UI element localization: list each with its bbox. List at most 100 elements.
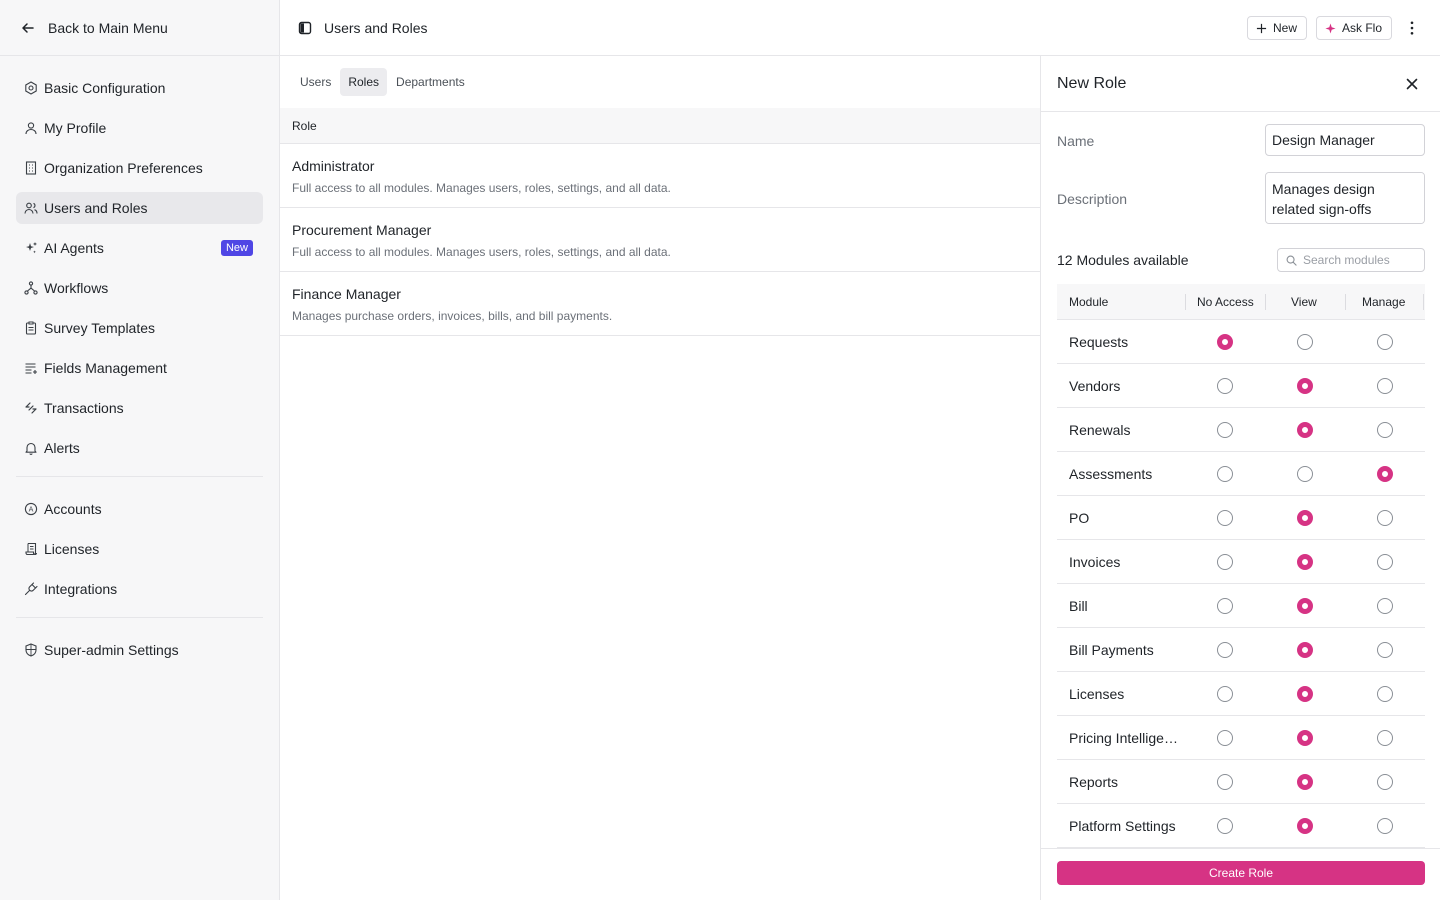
view-radio[interactable] bbox=[1297, 554, 1313, 570]
nav-divider bbox=[16, 617, 263, 618]
sidebar-item-super-admin-settings[interactable]: Super-admin Settings bbox=[16, 634, 263, 666]
no-access-radio[interactable] bbox=[1217, 598, 1233, 614]
view-radio[interactable] bbox=[1297, 422, 1313, 438]
tab-departments[interactable]: Departments bbox=[388, 68, 473, 96]
scroll-icon bbox=[24, 541, 44, 557]
view-radio[interactable] bbox=[1297, 642, 1313, 658]
module-name: Invoices bbox=[1069, 554, 1121, 570]
role-description-input[interactable]: Manages design related sign-offs bbox=[1265, 172, 1425, 224]
sidebar-item-label: AI Agents bbox=[44, 240, 104, 256]
account-icon: A bbox=[24, 501, 44, 517]
table-row: Assessments bbox=[1057, 452, 1425, 496]
sidebar-item-ai-agents[interactable]: AI Agents New bbox=[16, 232, 263, 264]
sparkle-icon bbox=[1325, 22, 1336, 34]
role-name-input[interactable] bbox=[1265, 124, 1425, 156]
create-role-button[interactable]: Create Role bbox=[1057, 861, 1425, 885]
back-to-main-menu-link[interactable]: Back to Main Menu bbox=[0, 0, 279, 56]
table-row[interactable]: Finance Manager Manages purchase orders,… bbox=[280, 272, 1040, 336]
bell-icon bbox=[24, 440, 44, 456]
name-label: Name bbox=[1057, 133, 1095, 149]
manage-radio[interactable] bbox=[1377, 818, 1393, 834]
no-access-radio[interactable] bbox=[1217, 730, 1233, 746]
manage-radio[interactable] bbox=[1377, 774, 1393, 790]
sidebar-item-label: Survey Templates bbox=[44, 320, 156, 336]
sidebar-toggle-icon[interactable] bbox=[298, 21, 312, 35]
sidebar-item-label: My Profile bbox=[44, 120, 107, 136]
no-access-radio[interactable] bbox=[1217, 686, 1233, 702]
view-radio[interactable] bbox=[1297, 378, 1313, 394]
table-row[interactable]: Administrator Full access to all modules… bbox=[280, 144, 1040, 208]
no-access-radio[interactable] bbox=[1217, 818, 1233, 834]
search-icon bbox=[1286, 255, 1297, 266]
view-radio[interactable] bbox=[1297, 334, 1313, 350]
sidebar-item-alerts[interactable]: Alerts bbox=[16, 432, 263, 464]
manage-radio[interactable] bbox=[1377, 466, 1393, 482]
no-access-radio[interactable] bbox=[1217, 642, 1233, 658]
sidebar-item-accounts[interactable]: A Accounts bbox=[16, 493, 263, 525]
drawer-header: New Role bbox=[1041, 56, 1440, 112]
no-access-radio[interactable] bbox=[1217, 510, 1233, 526]
view-radio[interactable] bbox=[1297, 510, 1313, 526]
view-radio[interactable] bbox=[1297, 466, 1313, 482]
column-divider bbox=[1423, 294, 1424, 310]
manage-radio[interactable] bbox=[1377, 422, 1393, 438]
module-name: Bill bbox=[1069, 598, 1088, 614]
manage-radio[interactable] bbox=[1377, 642, 1393, 658]
sidebar-item-licenses[interactable]: Licenses bbox=[16, 533, 263, 565]
search-modules-field[interactable] bbox=[1277, 248, 1425, 272]
view-radio[interactable] bbox=[1297, 598, 1313, 614]
transactions-icon bbox=[24, 400, 44, 416]
manage-radio[interactable] bbox=[1377, 554, 1393, 570]
view-radio[interactable] bbox=[1297, 774, 1313, 790]
tab-roles[interactable]: Roles bbox=[340, 68, 388, 96]
module-name: Renewals bbox=[1069, 422, 1131, 438]
manage-radio[interactable] bbox=[1377, 334, 1393, 350]
view-radio[interactable] bbox=[1297, 686, 1313, 702]
sidebar-item-users-and-roles[interactable]: Users and Roles bbox=[16, 192, 263, 224]
manage-radio[interactable] bbox=[1377, 378, 1393, 394]
sidebar-item-survey-templates[interactable]: Survey Templates bbox=[16, 312, 263, 344]
sidebar-item-label: Workflows bbox=[44, 280, 109, 296]
sidebar-item-workflows[interactable]: Workflows bbox=[16, 272, 263, 304]
no-access-radio[interactable] bbox=[1217, 554, 1233, 570]
ask-flo-label: Ask Flo bbox=[1342, 21, 1383, 35]
table-row: Requests bbox=[1057, 320, 1425, 364]
no-access-radio[interactable] bbox=[1217, 334, 1233, 350]
sidebar-item-my-profile[interactable]: My Profile bbox=[16, 112, 263, 144]
no-access-radio[interactable] bbox=[1217, 378, 1233, 394]
user-icon bbox=[24, 120, 44, 136]
sidebar-item-organization-preferences[interactable]: Organization Preferences bbox=[16, 152, 263, 184]
no-access-radio[interactable] bbox=[1217, 774, 1233, 790]
column-divider bbox=[1345, 294, 1346, 310]
view-radio[interactable] bbox=[1297, 730, 1313, 746]
sidebar-item-transactions[interactable]: Transactions bbox=[16, 392, 263, 424]
no-access-radio[interactable] bbox=[1217, 466, 1233, 482]
no-access-radio[interactable] bbox=[1217, 422, 1233, 438]
manage-radio[interactable] bbox=[1377, 686, 1393, 702]
manage-radio[interactable] bbox=[1377, 598, 1393, 614]
more-options-icon[interactable] bbox=[1404, 18, 1420, 38]
plus-icon bbox=[1256, 23, 1267, 34]
module-name: Assessments bbox=[1069, 466, 1153, 482]
view-column-header: View bbox=[1291, 295, 1317, 309]
module-name: Licenses bbox=[1069, 686, 1125, 702]
table-row: Bill bbox=[1057, 584, 1425, 628]
new-button[interactable]: New bbox=[1247, 16, 1308, 40]
sidebar-item-integrations[interactable]: Integrations bbox=[16, 573, 263, 605]
arrow-left-icon bbox=[20, 20, 36, 36]
sidebar-item-label: Fields Management bbox=[44, 360, 167, 376]
page-header: Users and Roles New Ask Flo bbox=[280, 0, 1440, 56]
ask-flo-button[interactable]: Ask Flo bbox=[1316, 16, 1393, 40]
manage-radio[interactable] bbox=[1377, 730, 1393, 746]
table-row[interactable]: Procurement Manager Full access to all m… bbox=[280, 208, 1040, 272]
search-modules-input[interactable] bbox=[1303, 253, 1421, 267]
column-divider bbox=[1185, 294, 1186, 310]
sidebar-item-label: Licenses bbox=[44, 541, 100, 557]
close-icon[interactable] bbox=[1404, 76, 1420, 92]
view-radio[interactable] bbox=[1297, 818, 1313, 834]
tab-users[interactable]: Users bbox=[292, 68, 339, 96]
modules-table-header: Module No Access View Manage bbox=[1057, 284, 1425, 320]
sidebar-item-fields-management[interactable]: Fields Management bbox=[16, 352, 263, 384]
sidebar-item-basic-configuration[interactable]: Basic Configuration bbox=[16, 72, 263, 104]
manage-radio[interactable] bbox=[1377, 510, 1393, 526]
